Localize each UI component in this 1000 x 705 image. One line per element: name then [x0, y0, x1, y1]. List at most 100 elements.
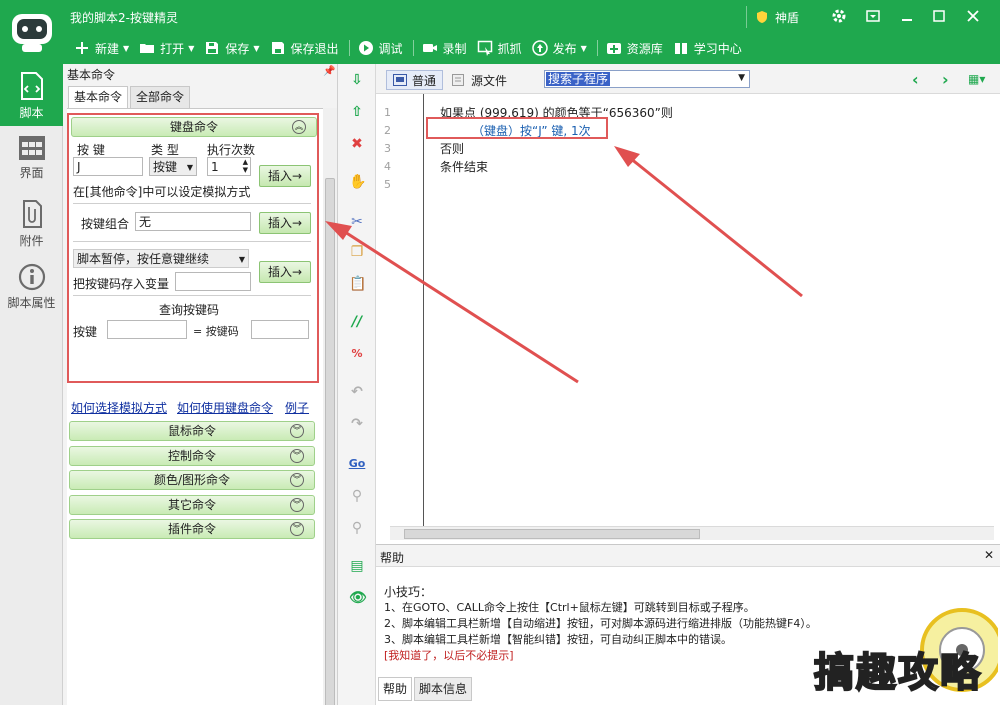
- chevron-down-icon[interactable]: ▼: [253, 44, 259, 53]
- tab-normal-view[interactable]: 普通: [386, 70, 444, 90]
- insert-pause-button[interactable]: 插入→: [259, 261, 311, 283]
- close-icon[interactable]: [964, 7, 982, 25]
- editor-scroll-thumb[interactable]: [404, 529, 700, 539]
- count-stepper[interactable]: 1 ▲ ▼: [207, 157, 251, 176]
- group-color-image-commands[interactable]: 颜色/图形命令 ︾: [69, 470, 315, 490]
- tab-help[interactable]: 帮助: [378, 677, 413, 701]
- layout-grid-icon[interactable]: ▦▾: [968, 72, 985, 86]
- gear-icon[interactable]: [830, 7, 848, 25]
- copy-icon[interactable]: ❐: [349, 244, 365, 260]
- chevron-down-icon[interactable]: ▼: [123, 44, 129, 53]
- capture-button[interactable]: 抓抓: [473, 38, 528, 58]
- tab-all-commands[interactable]: 全部命令: [130, 86, 191, 108]
- cut-icon[interactable]: ✂: [349, 214, 365, 230]
- code-line[interactable]: 条件结束: [440, 158, 488, 175]
- dismiss-tip-link[interactable]: [我知道了，以后不必提示]: [384, 647, 514, 663]
- tab-normal-label: 普通: [412, 73, 437, 88]
- line-number: 4: [384, 160, 391, 173]
- capture-button-label: 抓抓: [497, 41, 522, 56]
- group-plugin-commands[interactable]: 插件命令 ︾: [69, 519, 315, 539]
- query-code-output[interactable]: [251, 320, 309, 339]
- nav-item-ui[interactable]: 界面: [0, 128, 63, 190]
- insert-combo-button[interactable]: 插入→: [259, 212, 311, 234]
- code-line[interactable]: 否则: [440, 140, 464, 157]
- chevron-left-icon[interactable]: ‹: [912, 70, 919, 89]
- chevron-down-icon[interactable]: ▼: [581, 44, 587, 53]
- line-number: 3: [384, 142, 391, 155]
- comment-icon[interactable]: //: [349, 314, 365, 330]
- line-number: 2: [384, 124, 391, 137]
- nav-item-script-properties[interactable]: 脚本属性: [0, 256, 63, 318]
- pin-icon[interactable]: 📌: [323, 66, 335, 77]
- chevron-right-icon[interactable]: ›: [942, 70, 949, 89]
- new-button[interactable]: 新建 ▼: [70, 38, 135, 58]
- link-keyboard-howto[interactable]: 如何使用键盘命令: [177, 399, 273, 416]
- group-other-commands[interactable]: 其它命令 ︾: [69, 495, 315, 515]
- combo-input[interactable]: 无: [135, 212, 251, 231]
- link-example[interactable]: 例子: [285, 399, 309, 416]
- tab-source-file[interactable]: 源文件: [452, 70, 507, 90]
- redo-icon[interactable]: ↷: [349, 416, 365, 432]
- script-list-icon[interactable]: ▤: [349, 558, 365, 574]
- move-up-icon[interactable]: ⇧: [349, 104, 365, 120]
- insert-key-button[interactable]: 插入→: [259, 165, 311, 187]
- key-label: 按 键: [77, 143, 105, 157]
- editor-horizontal-scrollbar[interactable]: [390, 526, 994, 540]
- chevron-down-icon[interactable]: ︾: [290, 424, 304, 438]
- nav-item-script[interactable]: 脚本: [0, 64, 63, 126]
- keyboard-group-header[interactable]: 键盘命令 ︽: [71, 117, 317, 137]
- chevron-down-icon[interactable]: ︾: [290, 449, 304, 463]
- subroutine-search-select[interactable]: 搜索子程序 ▼: [544, 70, 750, 88]
- chevron-down-icon[interactable]: ▼: [738, 73, 745, 83]
- link-simulation-mode[interactable]: 如何选择模拟方式: [71, 399, 167, 416]
- tab-basic-commands[interactable]: 基本命令: [68, 86, 129, 108]
- undo-icon[interactable]: ↶: [349, 384, 365, 400]
- tab-script-info[interactable]: 脚本信息: [414, 677, 473, 701]
- panel-scroll-thumb[interactable]: [325, 178, 335, 705]
- app-logo-icon: [12, 14, 52, 52]
- maximize-icon[interactable]: [930, 7, 948, 25]
- debug-button[interactable]: 调试: [354, 38, 409, 58]
- delete-icon[interactable]: ✖: [349, 136, 365, 152]
- nav-item-attachment[interactable]: 附件: [0, 192, 63, 254]
- resource-library-button[interactable]: 资源库: [602, 38, 669, 58]
- record-button[interactable]: 录制: [418, 38, 473, 58]
- save-button[interactable]: 保存 ▼: [200, 38, 265, 58]
- move-down-icon[interactable]: ⇩: [349, 72, 365, 88]
- publish-button[interactable]: 发布 ▼: [528, 38, 593, 58]
- chevron-down-icon[interactable]: ︾: [290, 522, 304, 536]
- panel-scrollbar[interactable]: [323, 108, 337, 705]
- stepper-arrows-icon[interactable]: ▲ ▼: [243, 158, 248, 174]
- save-exit-button[interactable]: 保存退出: [266, 38, 345, 58]
- hand-icon[interactable]: ✋: [349, 174, 366, 190]
- divider: [73, 295, 311, 296]
- chevron-down-icon[interactable]: ▼: [188, 44, 194, 53]
- goto-icon[interactable]: Go: [346, 456, 368, 472]
- panel-body: 键盘命令 ︽ 按 键 类 型 执行次数 J 按键 ▼ 1 ▲ ▼ 插入→ 在[其他…: [67, 108, 323, 705]
- nav-label-ui: 界面: [19, 166, 44, 180]
- key-input[interactable]: J: [73, 157, 143, 176]
- open-button[interactable]: 打开 ▼: [135, 38, 200, 58]
- find-icon[interactable]: ⚲: [349, 488, 365, 504]
- minimize-icon[interactable]: [898, 7, 916, 25]
- uncomment-icon[interactable]: %: [349, 346, 365, 362]
- learning-center-button[interactable]: 学习中心: [669, 38, 748, 58]
- group-mouse-commands[interactable]: 鼠标命令 ︾: [69, 421, 315, 441]
- paste-icon[interactable]: 📋: [349, 276, 366, 292]
- chevron-down-icon[interactable]: ︾: [290, 498, 304, 512]
- query-code-label: = 按键码: [193, 325, 239, 338]
- query-key-input[interactable]: [107, 320, 187, 339]
- keycode-variable-input[interactable]: [175, 272, 251, 291]
- group-control-commands[interactable]: 控制命令 ︾: [69, 446, 315, 466]
- close-icon[interactable]: ✕: [984, 548, 994, 562]
- nav-label-script: 脚本: [19, 106, 44, 120]
- view-icon[interactable]: 👁: [349, 590, 367, 606]
- type-select[interactable]: 按键 ▼: [149, 157, 197, 176]
- subroutine-search-value: 搜索子程序: [546, 72, 611, 86]
- pause-select[interactable]: 脚本暂停，按任意键继续 ▼: [73, 249, 249, 268]
- chevron-up-icon[interactable]: ︽: [292, 120, 306, 134]
- shield-button[interactable]: 神盾: [746, 6, 799, 28]
- menu-icon[interactable]: [864, 7, 882, 25]
- chevron-down-icon[interactable]: ︾: [290, 473, 304, 487]
- find-next-icon[interactable]: ⚲: [349, 520, 365, 536]
